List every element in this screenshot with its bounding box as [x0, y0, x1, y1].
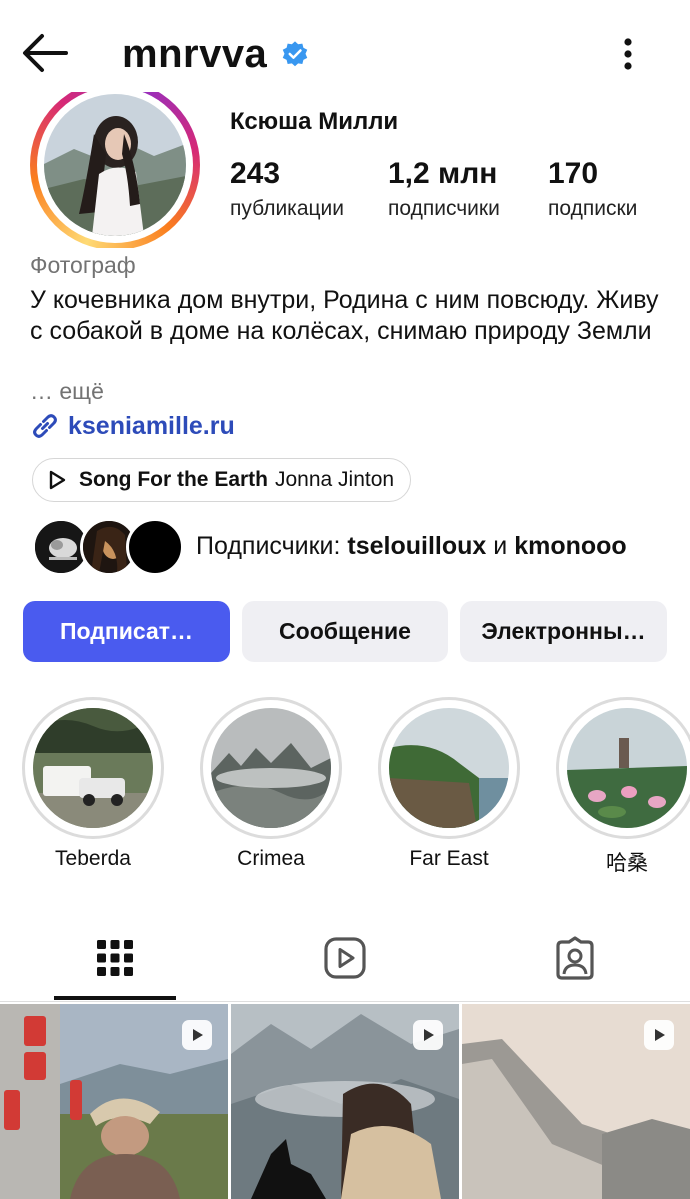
username-header[interactable]: mnrvva	[122, 30, 309, 78]
posts-count: 243	[230, 157, 281, 190]
reel-badge	[644, 1020, 674, 1050]
verified-badge-icon	[283, 41, 308, 67]
profile-bio: У кочевника дом внутри, Родина с ним пов…	[30, 286, 659, 345]
username: mnrvva	[122, 31, 268, 76]
profile-song[interactable]: Song For the Earth Jonna Jinton	[32, 458, 412, 502]
message-button[interactable]: Сообщение	[242, 601, 448, 662]
reels-icon	[655, 1029, 665, 1041]
following-stat[interactable]: 170 подписки	[548, 156, 637, 224]
mutual-follower-name: kmonooo	[514, 532, 627, 560]
grid-icon	[97, 940, 133, 976]
highlight-name: 哈桑	[606, 852, 648, 875]
song-title: Song For the Earth	[79, 468, 268, 491]
email-button[interactable]: Электронны…	[460, 601, 667, 662]
mutual-follower-name: tselouilloux	[347, 532, 487, 560]
following-label: подписки	[548, 197, 638, 220]
post-tile[interactable]	[0, 1004, 228, 1199]
post-tile[interactable]	[462, 1004, 690, 1199]
posts-stat[interactable]: 243 публикации	[230, 156, 344, 224]
posts-grid	[0, 1004, 690, 1199]
highlight-cover	[33, 708, 153, 828]
profile-link-text: kseniamille.ru	[68, 411, 235, 440]
highlight-crimea[interactable]: Crimea	[200, 697, 342, 871]
tab-posts[interactable]	[85, 930, 145, 986]
posts-label: публикации	[230, 197, 344, 220]
followers-prefix: Подписчики:	[196, 532, 348, 560]
post-tile[interactable]	[231, 1004, 459, 1199]
mutual-followers-text: Подписчики: tselouilloux и kmonooo	[196, 532, 627, 561]
highlight-ring	[378, 697, 520, 839]
back-button[interactable]	[20, 30, 70, 76]
link-icon	[33, 414, 57, 438]
highlight-name: Crimea	[237, 847, 305, 870]
followers-stat[interactable]: 1,2 млн подписчики	[388, 156, 500, 224]
followers-count: 1,2 млн	[388, 157, 498, 190]
song-artist: Jonna Jinton	[275, 468, 395, 491]
highlight-name: Teberda	[55, 847, 131, 870]
mutual-followers[interactable]: Подписчики: tselouilloux и kmonooo	[32, 518, 682, 578]
tab-reels[interactable]	[315, 930, 375, 986]
following-count: 170	[548, 157, 599, 190]
follower-avatar	[126, 518, 184, 576]
more-vertical-icon	[624, 38, 632, 70]
highlight-ring	[22, 697, 164, 839]
bio-more-link[interactable]: … ещё	[30, 378, 104, 405]
reel-badge	[182, 1020, 212, 1050]
highlight-name: Far East	[409, 847, 489, 870]
more-options-button[interactable]	[612, 34, 644, 74]
profile-avatar[interactable]	[30, 92, 200, 248]
reels-icon	[424, 1029, 434, 1041]
highlight-teberda[interactable]: Teberda	[22, 697, 164, 871]
play-icon	[49, 470, 66, 490]
profile-category: Фотограф	[30, 252, 136, 278]
reels-icon	[193, 1029, 203, 1041]
reel-badge	[413, 1020, 443, 1050]
arrow-left-icon	[23, 34, 68, 72]
tagged-icon	[556, 936, 594, 980]
highlight-ring	[200, 697, 342, 839]
highlight-cover	[211, 708, 331, 828]
full-name: Ксюша Милли	[230, 108, 399, 135]
reels-icon	[324, 937, 366, 979]
highlight-hasan[interactable]: 哈桑	[556, 697, 690, 877]
avatar-photo	[44, 94, 186, 236]
profile-tabs	[0, 910, 690, 1002]
highlight-ring	[556, 697, 690, 839]
highlight-cover	[389, 708, 509, 828]
highlight-cover	[567, 708, 687, 828]
followers-conj: и	[486, 532, 515, 560]
tab-tagged[interactable]	[545, 930, 605, 986]
followers-label: подписчики	[388, 197, 500, 220]
active-tab-indicator	[54, 996, 176, 1000]
follow-button[interactable]: Подписат…	[23, 601, 230, 662]
profile-link[interactable]: kseniamille.ru	[30, 410, 235, 442]
highlight-far-east[interactable]: Far East	[378, 697, 520, 871]
